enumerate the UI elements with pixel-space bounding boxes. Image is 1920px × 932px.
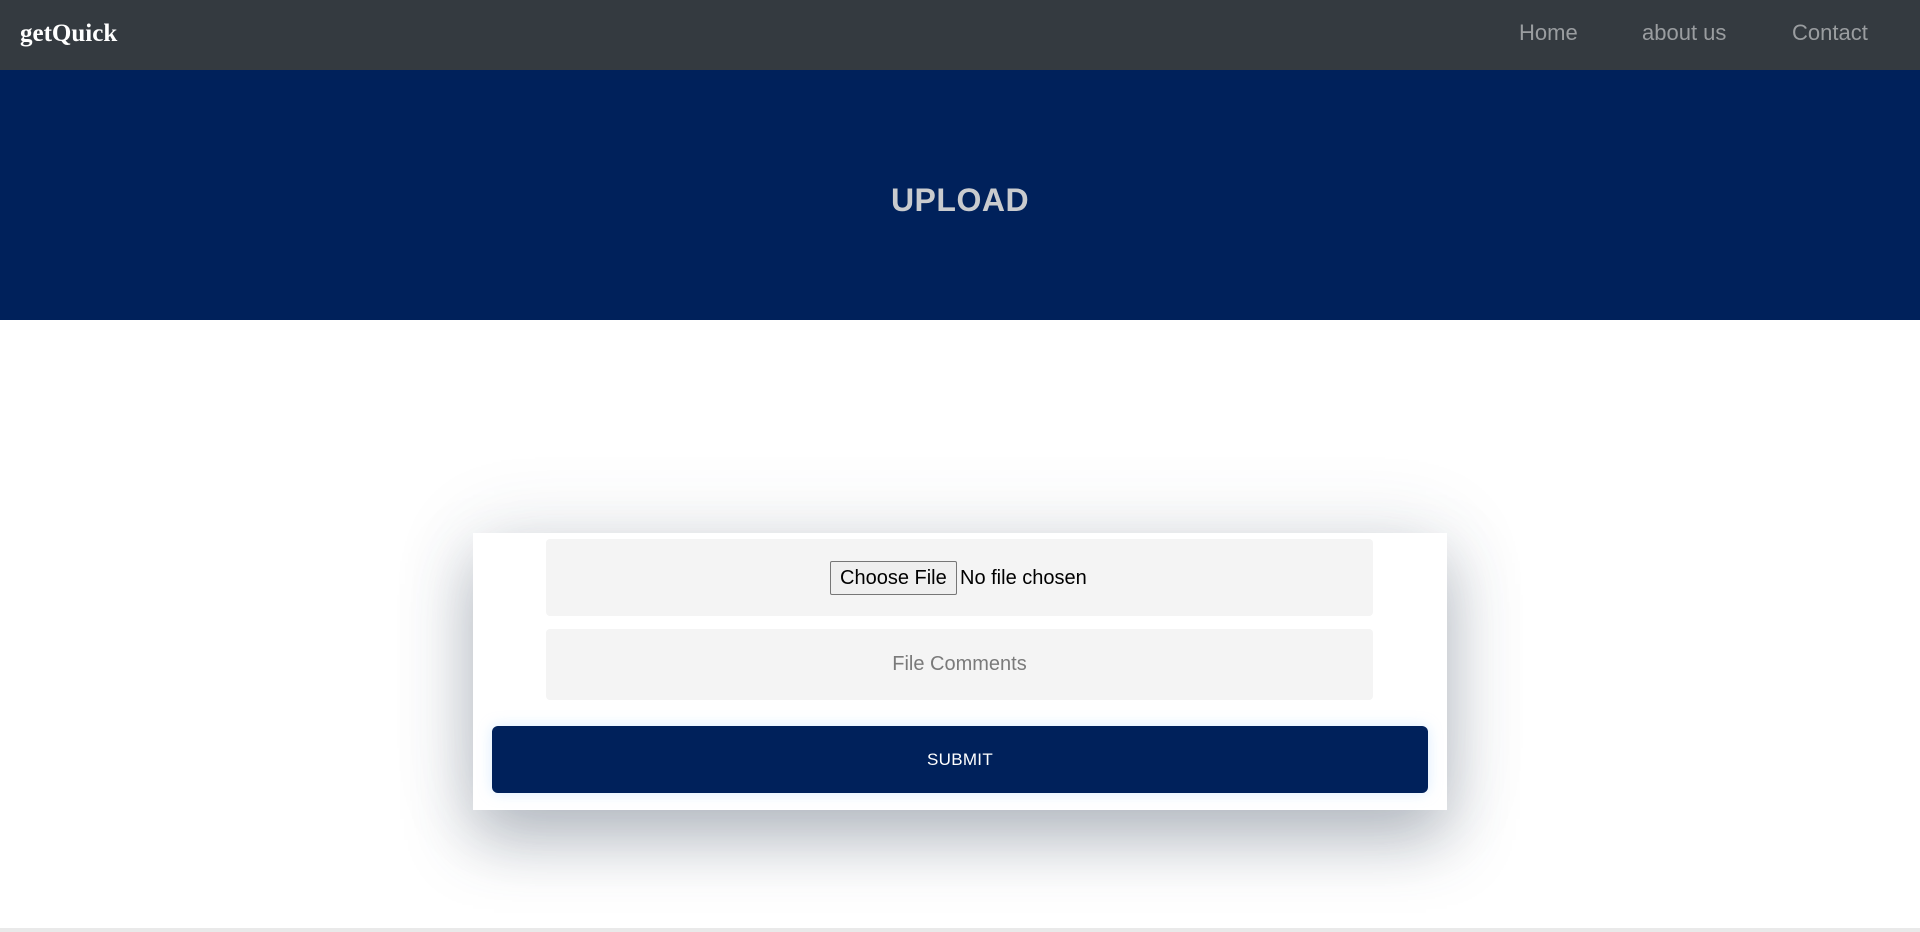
file-input-container: Choose File No file chosen	[546, 539, 1373, 616]
nav-link-contact[interactable]: Contact	[1792, 18, 1868, 48]
upload-form-card: Choose File No file chosen SUBMIT	[473, 533, 1447, 810]
nav-link-about-us[interactable]: about us	[1642, 18, 1726, 48]
file-status-text: No file chosen	[960, 567, 1087, 589]
submit-button[interactable]: SUBMIT	[492, 726, 1428, 793]
nav-link-home[interactable]: Home	[1519, 18, 1578, 48]
hero-banner: UPLOAD	[0, 70, 1920, 320]
page-bottom-divider	[0, 928, 1920, 932]
choose-file-button[interactable]: Choose File	[830, 561, 957, 595]
page-title: UPLOAD	[890, 182, 1030, 218]
file-comments-input[interactable]	[546, 629, 1373, 700]
top-navbar: getQuick Home about us Contact	[0, 0, 1920, 70]
brand-logo-link[interactable]: getQuick	[20, 16, 117, 52]
